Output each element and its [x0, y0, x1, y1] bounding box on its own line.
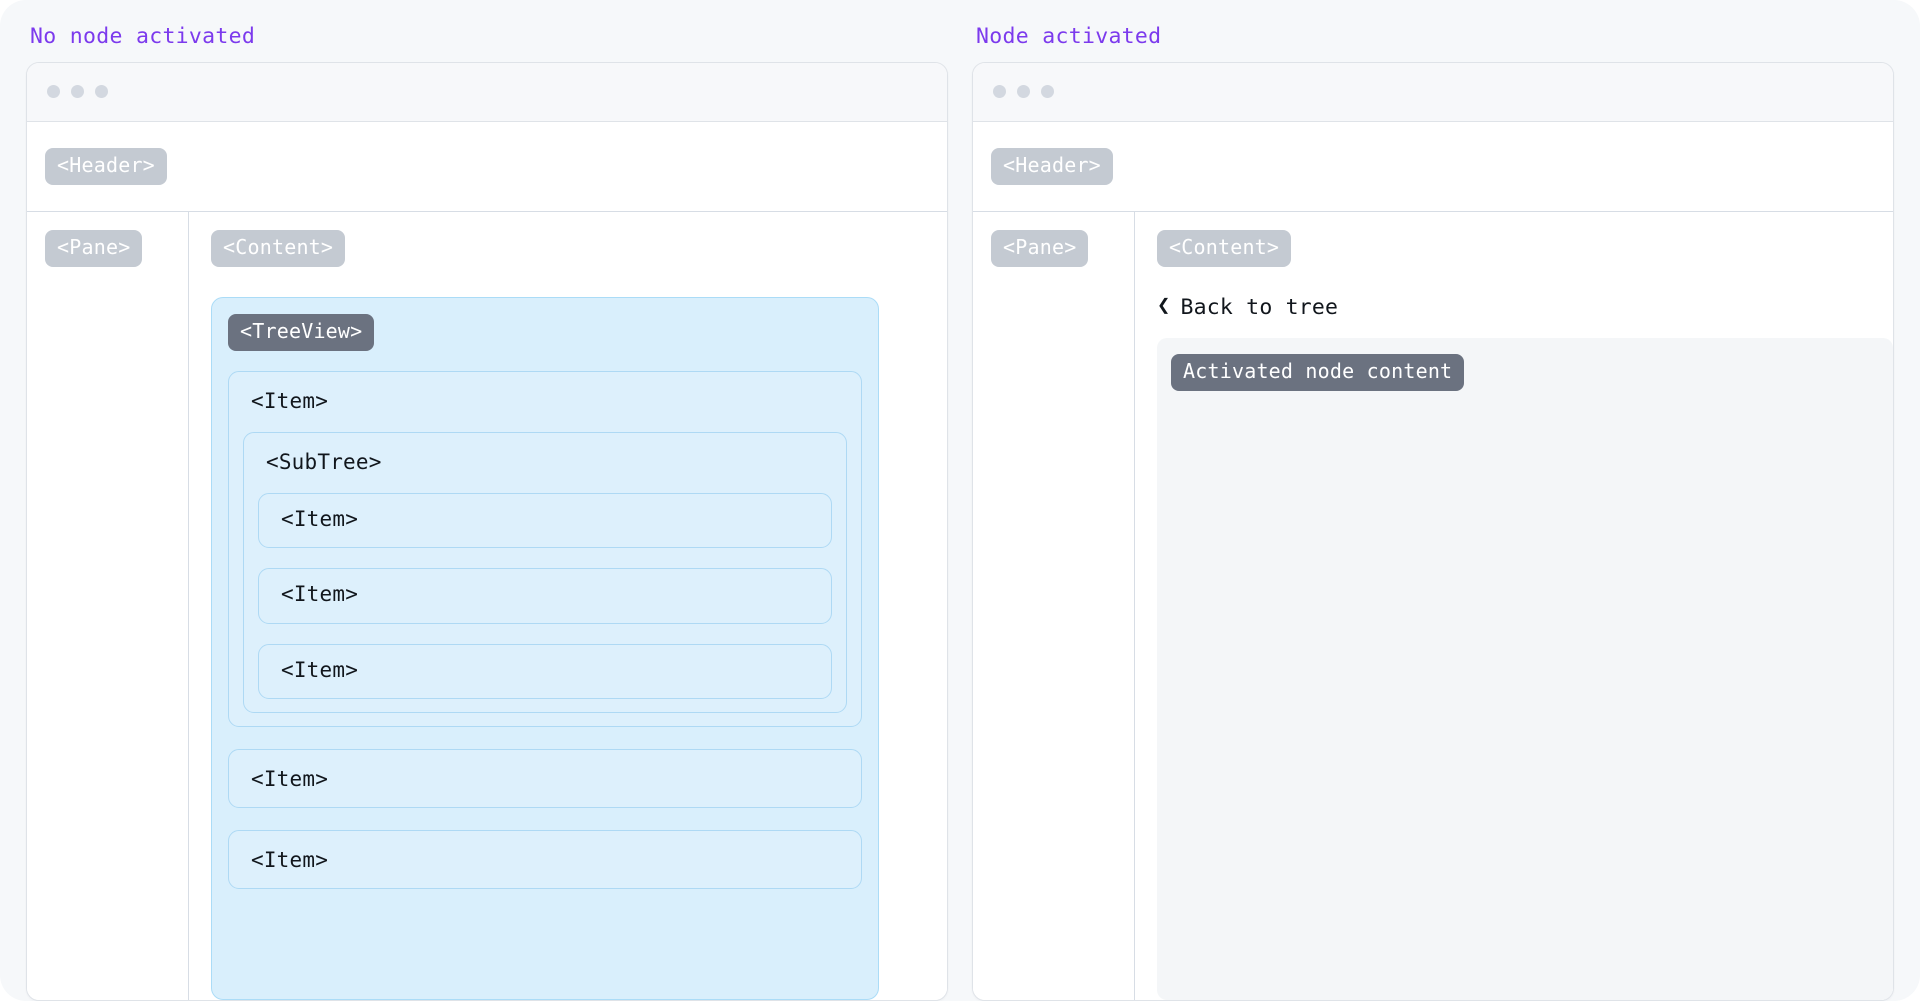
tree-leaf-label: <Item>	[281, 507, 359, 532]
header-region-right: <Header>	[973, 121, 1893, 212]
treeview-tag: <TreeView>	[228, 313, 375, 351]
tree-item-node[interactable]: <Item>	[228, 748, 862, 808]
chevron-left-icon: ❮	[1157, 293, 1171, 319]
content-tag-right: <Content>	[1157, 229, 1292, 267]
tree-leaf-item[interactable]: <Item>	[258, 643, 832, 699]
panel-columns: No node activated <Header> <Pane> <Conte…	[0, 0, 1920, 1001]
tree-item-label: <Item>	[251, 388, 329, 413]
window-dot-red[interactable]	[47, 85, 60, 99]
body-split-right: <Pane> <Content> ❮ Back to tree Activate…	[973, 211, 1893, 1000]
browser-card-right: <Header> <Pane> <Content> ❮ Back to tree	[972, 61, 1894, 1001]
treeview-container[interactable]: <TreeView> <Item> <SubTree> <Item> <Item…	[211, 296, 879, 1000]
tree-leaf-label: <Item>	[281, 657, 359, 682]
treeview-children: <Item> <SubTree> <Item> <Item> <Item> <I…	[228, 370, 862, 890]
subtree-children: <Item> <Item> <Item>	[258, 493, 832, 699]
browser-card-left: <Header> <Pane> <Content> <TreeView> <It…	[26, 61, 948, 1001]
content-region-right: <Content> ❮ Back to tree Activated node …	[1135, 211, 1893, 1000]
window-chrome-left	[27, 62, 947, 122]
tree-item-node[interactable]: <Item> <SubTree> <Item> <Item> <Item>	[228, 370, 862, 727]
tree-leaf-label: <Item>	[281, 582, 359, 607]
panel-title-left: No node activated	[30, 24, 256, 49]
subtree-label: <SubTree>	[266, 449, 382, 474]
page-root: No node activated <Header> <Pane> <Conte…	[0, 0, 1920, 1001]
header-tag-left: <Header>	[45, 147, 167, 185]
back-to-tree-button[interactable]: ❮ Back to tree	[1157, 295, 1338, 320]
panel-title-right: Node activated	[976, 24, 1162, 49]
window-chrome-right	[973, 62, 1893, 122]
tree-item-label: <Item>	[251, 847, 329, 872]
tree-item-label: <Item>	[251, 766, 329, 791]
subtree-container[interactable]: <SubTree> <Item> <Item> <Item>	[243, 431, 847, 713]
window-dot-yellow[interactable]	[71, 85, 84, 99]
tree-item-node[interactable]: <Item>	[228, 829, 862, 890]
content-tag-wrap-right: <Content>	[1157, 229, 1893, 267]
body-split-left: <Pane> <Content> <TreeView> <Item> <SubT…	[27, 211, 947, 1000]
header-region-left: <Header>	[27, 121, 947, 212]
window-dot-red[interactable]	[993, 85, 1006, 99]
content-region-left: <Content> <TreeView> <Item> <SubTree> <I…	[189, 211, 947, 1000]
panel-node-activated: Node activated <Header> <Pane> <Content>…	[972, 18, 1894, 1001]
side-pane-left: <Pane>	[27, 211, 189, 1000]
activated-node-panel: Activated node content	[1157, 337, 1893, 1000]
window-dot-green[interactable]	[1041, 85, 1054, 99]
window-dot-green[interactable]	[95, 85, 108, 99]
tree-leaf-item[interactable]: <Item>	[258, 493, 832, 549]
activated-node-content-tag: Activated node content	[1171, 353, 1465, 391]
panel-no-node-activated: No node activated <Header> <Pane> <Conte…	[26, 18, 948, 1001]
content-tag-left: <Content>	[211, 229, 346, 267]
back-to-tree-label: Back to tree	[1180, 294, 1339, 320]
pane-tag-right: <Pane>	[991, 229, 1089, 267]
pane-tag-left: <Pane>	[45, 229, 143, 267]
content-tag-wrap-left: <Content>	[211, 229, 947, 267]
tree-leaf-item[interactable]: <Item>	[258, 568, 832, 624]
window-dot-yellow[interactable]	[1017, 85, 1030, 99]
side-pane-right: <Pane>	[973, 211, 1135, 1000]
header-tag-right: <Header>	[991, 147, 1113, 185]
